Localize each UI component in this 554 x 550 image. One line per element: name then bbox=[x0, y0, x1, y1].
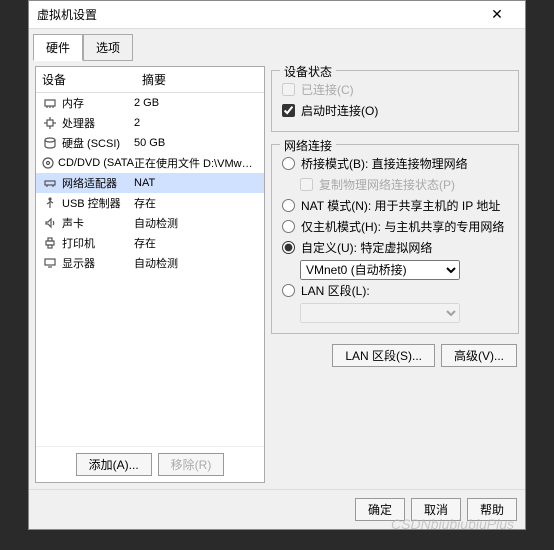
custom-label[interactable]: 自定义(U): 特定虚拟网络 bbox=[301, 239, 432, 256]
hardware-summary: 2 GB bbox=[134, 97, 258, 109]
add-hardware-button[interactable]: 添加(A)... bbox=[76, 453, 152, 476]
hardware-name: 声卡 bbox=[62, 215, 84, 231]
cd-icon bbox=[42, 156, 54, 170]
hardware-name: USB 控制器 bbox=[62, 195, 121, 211]
hardware-row[interactable]: CD/DVD (SATA)正在使用文件 D:\VMware\ubu... bbox=[36, 153, 264, 173]
hardware-row[interactable]: 打印机 存在 bbox=[36, 233, 264, 253]
hardware-summary: 50 GB bbox=[134, 137, 258, 149]
hardware-row[interactable]: 显示器 自动检测 bbox=[36, 253, 264, 273]
dialog-footer: 确定 取消 帮助 bbox=[29, 489, 525, 529]
lan-segment-label[interactable]: LAN 区段(L): bbox=[301, 282, 370, 299]
hardware-summary: 自动检测 bbox=[134, 255, 258, 271]
remove-hardware-button[interactable]: 移除(R) bbox=[158, 453, 225, 476]
hardware-row[interactable]: 内存 2 GB bbox=[36, 93, 264, 113]
connected-label: 已连接(C) bbox=[301, 81, 354, 98]
nat-label[interactable]: NAT 模式(N): 用于共享主机的 IP 地址 bbox=[301, 197, 500, 214]
header-summary: 摘要 bbox=[142, 71, 258, 88]
bridged-label[interactable]: 桥接模式(B): 直接连接物理网络 bbox=[301, 155, 468, 172]
disk-icon bbox=[42, 136, 58, 150]
display-icon bbox=[42, 256, 58, 270]
network-title: 网络连接 bbox=[280, 137, 336, 154]
memory-icon bbox=[42, 96, 58, 110]
hardware-name: 网络适配器 bbox=[62, 175, 117, 191]
custom-network-select[interactable]: VMnet0 (自动桥接) bbox=[300, 260, 460, 280]
hardware-summary: 存在 bbox=[134, 235, 258, 251]
hardware-row[interactable]: 硬盘 (SCSI) 50 GB bbox=[36, 133, 264, 153]
device-state-group: 设备状态 已连接(C) 启动时连接(O) bbox=[271, 70, 519, 132]
hardware-panel: 设备 摘要 内存2 GB处理器2硬盘 (SCSI)50 GBCD/DVD (SA… bbox=[35, 66, 265, 483]
lan-segment-radio[interactable] bbox=[282, 284, 295, 297]
usb-icon bbox=[42, 196, 58, 210]
sound-icon bbox=[42, 216, 58, 230]
device-state-title: 设备状态 bbox=[280, 63, 336, 80]
network-icon bbox=[42, 176, 58, 190]
hostonly-radio[interactable] bbox=[282, 220, 295, 233]
header-device: 设备 bbox=[42, 71, 142, 88]
vm-settings-dialog: 虚拟机设置 ✕ 硬件 选项 设备 摘要 内存 2 GB 处理器 2 硬盘 (SCSI) 5… bbox=[28, 0, 526, 530]
hostonly-label[interactable]: 仅主机模式(H): 与主机共享的专用网络 bbox=[301, 218, 504, 235]
connected-checkbox bbox=[282, 83, 295, 96]
replicate-label: 复制物理网络连接状态(P) bbox=[319, 176, 455, 193]
tab-options[interactable]: 选项 bbox=[83, 34, 133, 61]
lan-segment-select bbox=[300, 303, 460, 323]
lan-segments-button[interactable]: LAN 区段(S)... bbox=[332, 344, 435, 367]
hardware-summary: 2 bbox=[134, 117, 258, 129]
titlebar: 虚拟机设置 ✕ bbox=[29, 1, 525, 29]
hardware-summary: 自动检测 bbox=[134, 215, 258, 231]
hardware-row[interactable]: USB 控制器存在 bbox=[36, 193, 264, 213]
hardware-header: 设备 摘要 bbox=[36, 67, 264, 93]
hardware-summary: NAT bbox=[134, 177, 258, 189]
hardware-row[interactable]: 网络适配器 NAT bbox=[36, 173, 264, 193]
tab-hardware[interactable]: 硬件 bbox=[33, 34, 83, 61]
hardware-row[interactable]: 处理器 2 bbox=[36, 113, 264, 133]
bridged-radio[interactable] bbox=[282, 157, 295, 170]
hardware-summary: 存在 bbox=[134, 195, 258, 211]
dialog-title: 虚拟机设置 bbox=[37, 6, 477, 23]
hardware-name: 内存 bbox=[62, 95, 84, 111]
connect-on-power-label[interactable]: 启动时连接(O) bbox=[301, 102, 378, 119]
nat-radio[interactable] bbox=[282, 199, 295, 212]
hardware-list: 内存2 GB处理器2硬盘 (SCSI)50 GBCD/DVD (SATA)正在使… bbox=[36, 93, 264, 446]
tabs: 硬件 选项 bbox=[29, 29, 525, 60]
custom-radio[interactable] bbox=[282, 241, 295, 254]
hardware-name: 显示器 bbox=[62, 255, 95, 271]
hardware-name: 处理器 bbox=[62, 115, 95, 131]
hardware-name: 硬盘 (SCSI) bbox=[62, 135, 120, 151]
replicate-checkbox bbox=[300, 178, 313, 191]
connect-on-power-checkbox[interactable] bbox=[282, 104, 295, 117]
hardware-name: CD/DVD (SATA) bbox=[58, 157, 134, 169]
cancel-button[interactable]: 取消 bbox=[411, 498, 461, 521]
close-icon[interactable]: ✕ bbox=[477, 6, 517, 23]
help-button[interactable]: 帮助 bbox=[467, 498, 517, 521]
ok-button[interactable]: 确定 bbox=[355, 498, 405, 521]
cpu-icon bbox=[42, 116, 58, 130]
hardware-name: 打印机 bbox=[62, 235, 95, 251]
advanced-button[interactable]: 高级(V)... bbox=[441, 344, 517, 367]
printer-icon bbox=[42, 236, 58, 250]
hardware-row[interactable]: 声卡 自动检测 bbox=[36, 213, 264, 233]
network-group: 网络连接 桥接模式(B): 直接连接物理网络 复制物理网络连接状态(P) NAT… bbox=[271, 144, 519, 334]
hardware-summary: 正在使用文件 D:\VMware\ubu... bbox=[134, 155, 258, 171]
